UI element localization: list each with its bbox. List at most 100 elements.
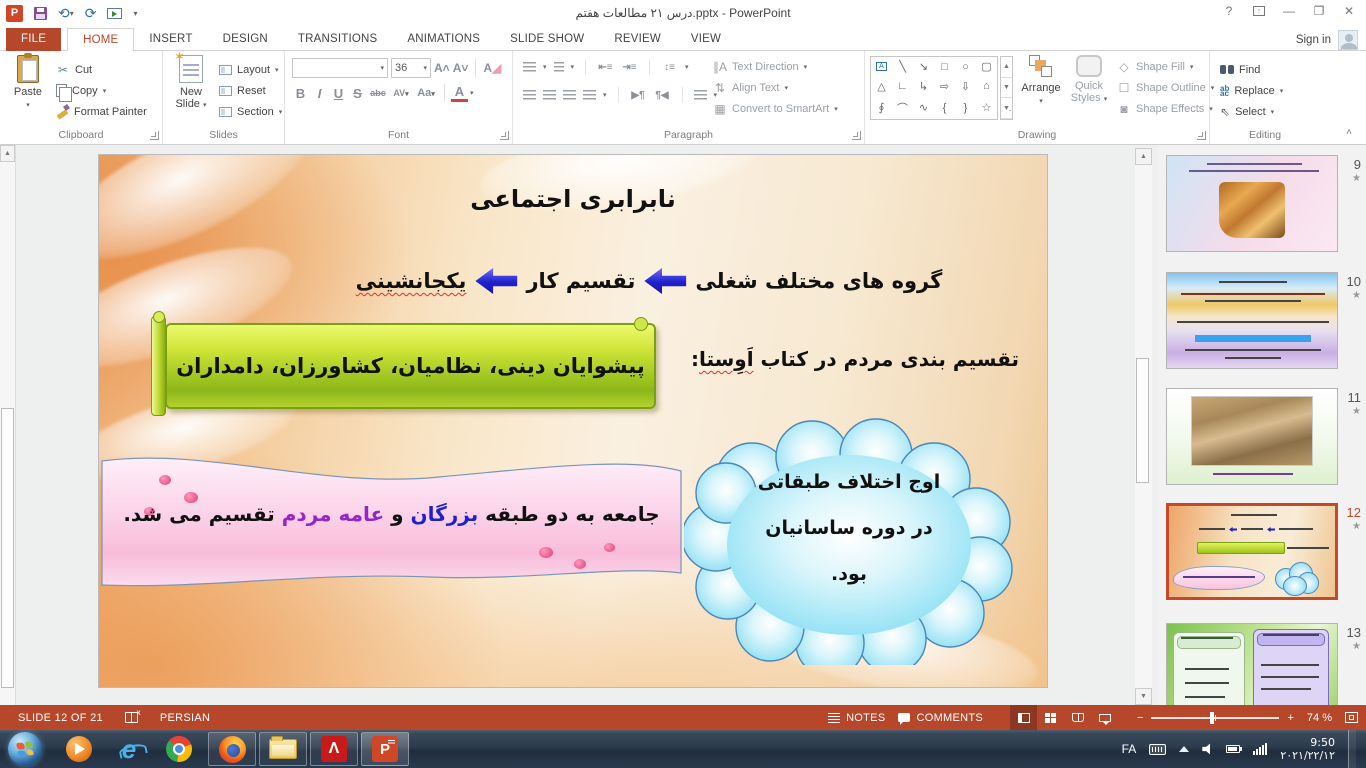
star-shape-icon[interactable]: ☆ (976, 96, 997, 119)
align-text-button[interactable]: ⇅Align Text▾ (713, 77, 838, 98)
font-name-combo[interactable]: ▾ (292, 58, 388, 78)
pink-wave-shape[interactable]: جامعه به دو طبقه بزرگان و عامه مردم تقسی… (99, 447, 684, 589)
flow-diagram[interactable]: یکجانشینی تقسیم کار گروه های مختلف شغلی (429, 268, 869, 294)
thumbnail-slide-10[interactable]: 10 ★ (1166, 272, 1364, 369)
tab-transitions[interactable]: TRANSITIONS (283, 28, 393, 51)
section-button[interactable]: Section▾ (219, 101, 282, 122)
shapes-gallery-scrollbar[interactable]: ▲ ▼ ▼̱ (1000, 56, 1013, 120)
taskbar-internet-explorer-icon[interactable]: e (108, 732, 150, 766)
cloud-shape[interactable]: اوج اختلاف طبقاتی در دوره ساسانیان بود. (684, 417, 1014, 665)
layout-button[interactable]: Layout▾ (219, 59, 282, 80)
thumbnail-panel-scrollbar[interactable]: ▲ ▼ (1135, 148, 1152, 705)
slide-canvas[interactable]: نابرابری اجتماعی یکجانشینی تقسیم کار گرو… (98, 154, 1048, 688)
text-box-shape-icon[interactable]: A (876, 62, 887, 71)
change-case-button[interactable]: Aa▾ (414, 87, 438, 99)
help-button[interactable]: ? (1214, 0, 1244, 22)
show-desktop-button[interactable] (1348, 730, 1356, 768)
grow-font-button[interactable]: A˄ (434, 61, 450, 75)
columns-button[interactable] (694, 90, 707, 101)
down-arrow-shape-icon[interactable]: ⇩ (955, 77, 976, 97)
zoom-in-button[interactable]: + (1287, 712, 1293, 724)
reset-button[interactable]: Reset (219, 80, 282, 101)
tab-file[interactable]: FILE (6, 28, 61, 51)
taskbar-acrobat-icon[interactable]: Λ (310, 732, 358, 766)
shape-fill-button[interactable]: ◇Shape Fill▾ (1117, 56, 1214, 77)
shapes-scroll-up-icon[interactable]: ▲ (1001, 57, 1012, 78)
oval-shape-icon[interactable]: ○ (955, 57, 976, 77)
convert-smartart-button[interactable]: ▦Convert to SmartArt▾ (713, 98, 838, 119)
taskbar-powerpoint-icon[interactable]: P (361, 732, 409, 766)
cut-button[interactable]: ✂Cut (56, 59, 147, 80)
thumbnail-slide-11[interactable]: 11 ★ (1166, 388, 1364, 485)
thumbnail-slide-9[interactable]: 9 ★ (1166, 155, 1364, 252)
triangle-shape-icon[interactable]: △ (871, 77, 892, 97)
slide-counter[interactable]: SLIDE 12 OF 21 (18, 712, 103, 724)
font-color-button[interactable]: A (451, 84, 468, 102)
thumbnail-slide-13[interactable]: 13 ★ (1166, 623, 1364, 705)
zoom-out-button[interactable]: − (1137, 712, 1143, 724)
tab-insert[interactable]: INSERT (134, 28, 207, 51)
panel-scrollbar-thumb[interactable] (1136, 358, 1149, 483)
comments-button[interactable]: COMMENTS (898, 712, 983, 724)
ltr-direction-button[interactable]: ▶¶ (630, 90, 647, 101)
arrow-shape-icon[interactable]: ↘ (913, 57, 934, 77)
green-banner[interactable]: پیشوایان دینی، نظامیان، کشاورزان، دامدار… (151, 323, 656, 409)
numbering-button[interactable] (554, 62, 564, 73)
collapse-ribbon-icon[interactable]: ˄ (1346, 127, 1352, 138)
decrease-indent-button[interactable]: ⇤≡ (597, 62, 614, 73)
text-shadow-button[interactable]: abc (368, 88, 388, 98)
tab-review[interactable]: REVIEW (599, 28, 676, 51)
shapes-scroll-down-icon[interactable]: ▼ (1001, 78, 1012, 99)
font-size-combo[interactable]: 36▾ (391, 58, 431, 78)
shapes-more-icon[interactable]: ▼̱ (1001, 98, 1012, 119)
tab-view[interactable]: VIEW (676, 28, 736, 51)
tab-slideshow[interactable]: SLIDE SHOW (495, 28, 599, 51)
clipboard-dialog-launcher[interactable] (150, 131, 159, 140)
tab-design[interactable]: DESIGN (208, 28, 283, 51)
language-indicator[interactable]: PERSIAN (160, 712, 210, 724)
tab-home[interactable]: HOME (67, 28, 134, 52)
network-signal-icon[interactable] (1253, 743, 1267, 755)
underline-button[interactable]: U (330, 86, 347, 101)
slideshow-view-button[interactable] (1091, 705, 1118, 730)
right-arrow-shape-icon[interactable]: ⇨ (934, 77, 955, 97)
fit-slide-to-window-icon[interactable] (1345, 712, 1358, 723)
thumbnail-slide-12-current[interactable]: 12 ★ (1166, 503, 1364, 600)
zoom-level[interactable]: 74 % (1307, 712, 1332, 724)
taskbar-file-explorer-icon[interactable] (259, 732, 307, 766)
panel-scroll-down-icon[interactable]: ▼ (1135, 688, 1152, 705)
text-direction-button[interactable]: ∥AText Direction▾ (713, 56, 838, 77)
rounded-rectangle-shape-icon[interactable]: ▢ (976, 57, 997, 77)
shape-effects-button[interactable]: ◙Shape Effects▾ (1117, 98, 1214, 119)
shrink-font-button[interactable]: A˅ (453, 61, 469, 75)
taskbar-media-player-icon[interactable] (58, 732, 100, 766)
keyboard-icon[interactable] (1149, 744, 1166, 755)
slide-vertical-scrollbar[interactable]: ▲ (0, 145, 16, 705)
close-button[interactable]: ✕ (1334, 0, 1364, 22)
arc-shape-icon[interactable]: ⌒ (892, 96, 913, 119)
scrollbar-thumb[interactable] (1, 408, 14, 688)
zoom-slider[interactable] (1151, 717, 1279, 719)
arrange-button[interactable]: Arrange▾ (1017, 55, 1065, 108)
line-spacing-button[interactable]: ↕≡ (661, 62, 678, 73)
left-brace-shape-icon[interactable]: { (934, 96, 955, 119)
copy-button[interactable]: Copy▾ (56, 80, 147, 101)
curve-shape-icon[interactable]: ∿ (913, 96, 934, 119)
slide-title[interactable]: نابرابری اجتماعی (99, 185, 1047, 213)
shapes-gallery[interactable]: A ╲ ↘ □ ○ ▢ △ ∟ ↳ ⇨ ⇩ ⌂ ∮ ⌒ ∿ { } ☆ (870, 56, 998, 120)
taskbar-firefox-icon[interactable] (208, 732, 256, 766)
taskbar-chrome-icon[interactable] (158, 732, 200, 766)
notes-button[interactable]: NOTES (828, 712, 885, 724)
zoom-slider-thumb[interactable] (1210, 712, 1214, 724)
select-button[interactable]: ⇖Select▾ (1220, 101, 1283, 122)
avesta-label[interactable]: تقسیم بندی مردم در کتاب اَوِستا: (691, 347, 1019, 371)
strikethrough-button[interactable]: S (349, 86, 366, 101)
clock[interactable]: 9:50 ۲۰۲۱/۲۲/۱۲ (1280, 736, 1335, 762)
line-shape-icon[interactable]: ╲ (892, 57, 913, 77)
character-spacing-button[interactable]: AV▾ (390, 88, 412, 98)
tab-animations[interactable]: ANIMATIONS (392, 28, 495, 51)
replace-button[interactable]: abacReplace▾ (1220, 80, 1283, 101)
new-slide-button[interactable]: New Slide ▾ (167, 55, 215, 112)
bold-button[interactable]: B (292, 86, 309, 101)
show-hidden-icons-icon[interactable] (1179, 746, 1189, 752)
